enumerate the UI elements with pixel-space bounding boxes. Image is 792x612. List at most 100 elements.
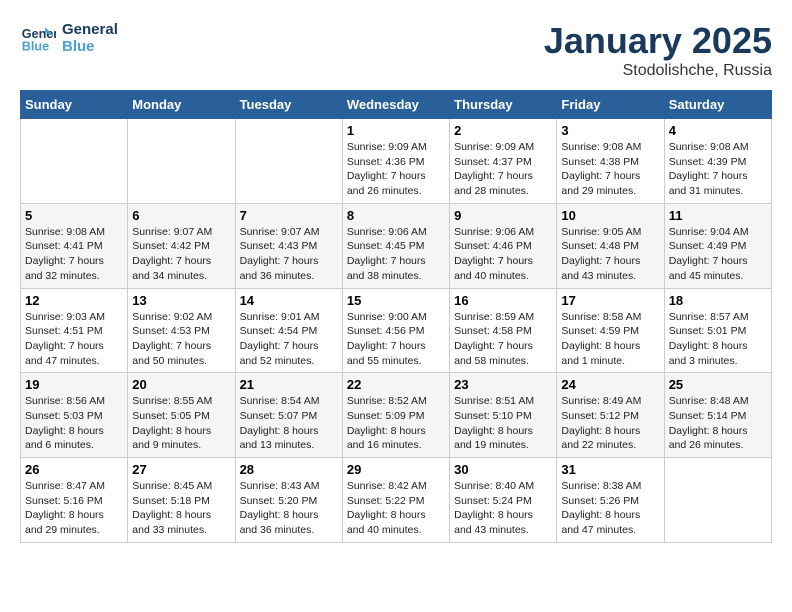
day-number: 17 [561, 293, 659, 308]
day-number: 1 [347, 123, 445, 138]
day-number: 24 [561, 377, 659, 392]
day-info: Sunrise: 8:57 AM Sunset: 5:01 PM Dayligh… [669, 310, 767, 369]
calendar-cell: 29 Sunrise: 8:42 AM Sunset: 5:22 PM Dayli… [342, 458, 449, 543]
day-info: Sunrise: 8:40 AM Sunset: 5:24 PM Dayligh… [454, 479, 552, 538]
calendar-cell: 18 Sunrise: 8:57 AM Sunset: 5:01 PM Dayli… [664, 288, 771, 373]
calendar-cell: 9 Sunrise: 9:06 AM Sunset: 4:46 PM Daylig… [450, 203, 557, 288]
calendar-week-row: 26 Sunrise: 8:47 AM Sunset: 5:16 PM Dayli… [21, 458, 772, 543]
day-number: 31 [561, 462, 659, 477]
day-number: 30 [454, 462, 552, 477]
calendar-cell: 16 Sunrise: 8:59 AM Sunset: 4:58 PM Dayli… [450, 288, 557, 373]
day-info: Sunrise: 8:51 AM Sunset: 5:10 PM Dayligh… [454, 394, 552, 453]
day-info: Sunrise: 9:07 AM Sunset: 4:43 PM Dayligh… [240, 225, 338, 284]
calendar-cell: 2Sunrise: 9:09 AM Sunset: 4:37 PM Daylig… [450, 119, 557, 204]
calendar: SundayMondayTuesdayWednesdayThursdayFrid… [20, 90, 772, 543]
day-number: 29 [347, 462, 445, 477]
day-of-week-header: Thursday [450, 91, 557, 119]
day-info: Sunrise: 8:58 AM Sunset: 4:59 PM Dayligh… [561, 310, 659, 369]
calendar-cell: 23 Sunrise: 8:51 AM Sunset: 5:10 PM Dayli… [450, 373, 557, 458]
day-number: 19 [25, 377, 123, 392]
day-info: Sunrise: 9:09 AM Sunset: 4:36 PM Dayligh… [347, 140, 445, 199]
calendar-cell: 25Sunrise: 8:48 AM Sunset: 5:14 PM Dayli… [664, 373, 771, 458]
day-of-week-header: Monday [128, 91, 235, 119]
day-number: 27 [132, 462, 230, 477]
calendar-cell: 4 Sunrise: 9:08 AM Sunset: 4:39 PM Daylig… [664, 119, 771, 204]
day-number: 5 [25, 208, 123, 223]
page-header: General Blue General Blue January 2025 S… [20, 20, 772, 80]
calendar-cell: 7 Sunrise: 9:07 AM Sunset: 4:43 PM Daylig… [235, 203, 342, 288]
day-info: Sunrise: 9:08 AM Sunset: 4:38 PM Dayligh… [561, 140, 659, 199]
day-number: 12 [25, 293, 123, 308]
calendar-cell: 10 Sunrise: 9:05 AM Sunset: 4:48 PM Dayli… [557, 203, 664, 288]
day-info: Sunrise: 9:02 AM Sunset: 4:53 PM Dayligh… [132, 310, 230, 369]
day-number: 9 [454, 208, 552, 223]
day-info: Sunrise: 8:55 AM Sunset: 5:05 PM Dayligh… [132, 394, 230, 453]
day-info: Sunrise: 8:56 AM Sunset: 5:03 PM Dayligh… [25, 394, 123, 453]
calendar-cell: 3 Sunrise: 9:08 AM Sunset: 4:38 PM Daylig… [557, 119, 664, 204]
logo-icon: General Blue [20, 20, 56, 56]
day-number: 22 [347, 377, 445, 392]
day-number: 25 [669, 377, 767, 392]
day-info: Sunrise: 9:00 AM Sunset: 4:56 PM Dayligh… [347, 310, 445, 369]
day-number: 2 [454, 123, 552, 138]
calendar-cell: 20 Sunrise: 8:55 AM Sunset: 5:05 PM Dayli… [128, 373, 235, 458]
day-info: Sunrise: 9:06 AM Sunset: 4:46 PM Dayligh… [454, 225, 552, 284]
day-info: Sunrise: 8:52 AM Sunset: 5:09 PM Dayligh… [347, 394, 445, 453]
day-number: 10 [561, 208, 659, 223]
month-title: January 2025 [544, 20, 772, 62]
logo: General Blue General Blue [20, 20, 118, 56]
day-info: Sunrise: 9:06 AM Sunset: 4:45 PM Dayligh… [347, 225, 445, 284]
day-number: 13 [132, 293, 230, 308]
calendar-week-row: 19 Sunrise: 8:56 AM Sunset: 5:03 PM Dayli… [21, 373, 772, 458]
day-number: 23 [454, 377, 552, 392]
day-number: 7 [240, 208, 338, 223]
calendar-cell: 27Sunrise: 8:45 AM Sunset: 5:18 PM Dayli… [128, 458, 235, 543]
calendar-cell [21, 119, 128, 204]
day-of-week-header: Tuesday [235, 91, 342, 119]
day-info: Sunrise: 8:59 AM Sunset: 4:58 PM Dayligh… [454, 310, 552, 369]
calendar-cell: 31 Sunrise: 8:38 AM Sunset: 5:26 PM Dayli… [557, 458, 664, 543]
calendar-cell: 30 Sunrise: 8:40 AM Sunset: 5:24 PM Dayli… [450, 458, 557, 543]
calendar-cell: 26 Sunrise: 8:47 AM Sunset: 5:16 PM Dayli… [21, 458, 128, 543]
calendar-cell [235, 119, 342, 204]
calendar-cell: 12 Sunrise: 9:03 AM Sunset: 4:51 PM Dayli… [21, 288, 128, 373]
logo-general: General [62, 21, 118, 38]
logo-blue: Blue [62, 38, 118, 55]
day-info: Sunrise: 9:08 AM Sunset: 4:39 PM Dayligh… [669, 140, 767, 199]
day-info: Sunrise: 9:07 AM Sunset: 4:42 PM Dayligh… [132, 225, 230, 284]
day-info: Sunrise: 8:42 AM Sunset: 5:22 PM Dayligh… [347, 479, 445, 538]
title-block: January 2025 Stodolishche, Russia [544, 20, 772, 80]
day-number: 3 [561, 123, 659, 138]
day-info: Sunrise: 8:38 AM Sunset: 5:26 PM Dayligh… [561, 479, 659, 538]
calendar-cell: 21 Sunrise: 8:54 AM Sunset: 5:07 PM Dayli… [235, 373, 342, 458]
day-info: Sunrise: 9:01 AM Sunset: 4:54 PM Dayligh… [240, 310, 338, 369]
day-number: 6 [132, 208, 230, 223]
calendar-cell: 24Sunrise: 8:49 AM Sunset: 5:12 PM Dayli… [557, 373, 664, 458]
calendar-cell: 13 Sunrise: 9:02 AM Sunset: 4:53 PM Dayli… [128, 288, 235, 373]
day-number: 20 [132, 377, 230, 392]
day-of-week-header: Sunday [21, 91, 128, 119]
day-info: Sunrise: 9:03 AM Sunset: 4:51 PM Dayligh… [25, 310, 123, 369]
calendar-header-row: SundayMondayTuesdayWednesdayThursdayFrid… [21, 91, 772, 119]
calendar-cell: 19 Sunrise: 8:56 AM Sunset: 5:03 PM Dayli… [21, 373, 128, 458]
calendar-cell: 17 Sunrise: 8:58 AM Sunset: 4:59 PM Dayli… [557, 288, 664, 373]
day-number: 26 [25, 462, 123, 477]
calendar-cell: 15Sunrise: 9:00 AM Sunset: 4:56 PM Dayli… [342, 288, 449, 373]
day-info: Sunrise: 8:47 AM Sunset: 5:16 PM Dayligh… [25, 479, 123, 538]
calendar-cell: 6 Sunrise: 9:07 AM Sunset: 4:42 PM Daylig… [128, 203, 235, 288]
calendar-cell: 28Sunrise: 8:43 AM Sunset: 5:20 PM Dayli… [235, 458, 342, 543]
calendar-cell: 22 Sunrise: 8:52 AM Sunset: 5:09 PM Dayli… [342, 373, 449, 458]
calendar-cell: 11Sunrise: 9:04 AM Sunset: 4:49 PM Dayli… [664, 203, 771, 288]
day-number: 28 [240, 462, 338, 477]
calendar-cell: 5 Sunrise: 9:08 AM Sunset: 4:41 PM Daylig… [21, 203, 128, 288]
day-info: Sunrise: 9:05 AM Sunset: 4:48 PM Dayligh… [561, 225, 659, 284]
day-number: 16 [454, 293, 552, 308]
day-number: 18 [669, 293, 767, 308]
day-info: Sunrise: 9:08 AM Sunset: 4:41 PM Dayligh… [25, 225, 123, 284]
calendar-cell: 14Sunrise: 9:01 AM Sunset: 4:54 PM Dayli… [235, 288, 342, 373]
calendar-cell: 8 Sunrise: 9:06 AM Sunset: 4:45 PM Daylig… [342, 203, 449, 288]
day-number: 4 [669, 123, 767, 138]
day-number: 8 [347, 208, 445, 223]
day-number: 21 [240, 377, 338, 392]
day-info: Sunrise: 8:54 AM Sunset: 5:07 PM Dayligh… [240, 394, 338, 453]
